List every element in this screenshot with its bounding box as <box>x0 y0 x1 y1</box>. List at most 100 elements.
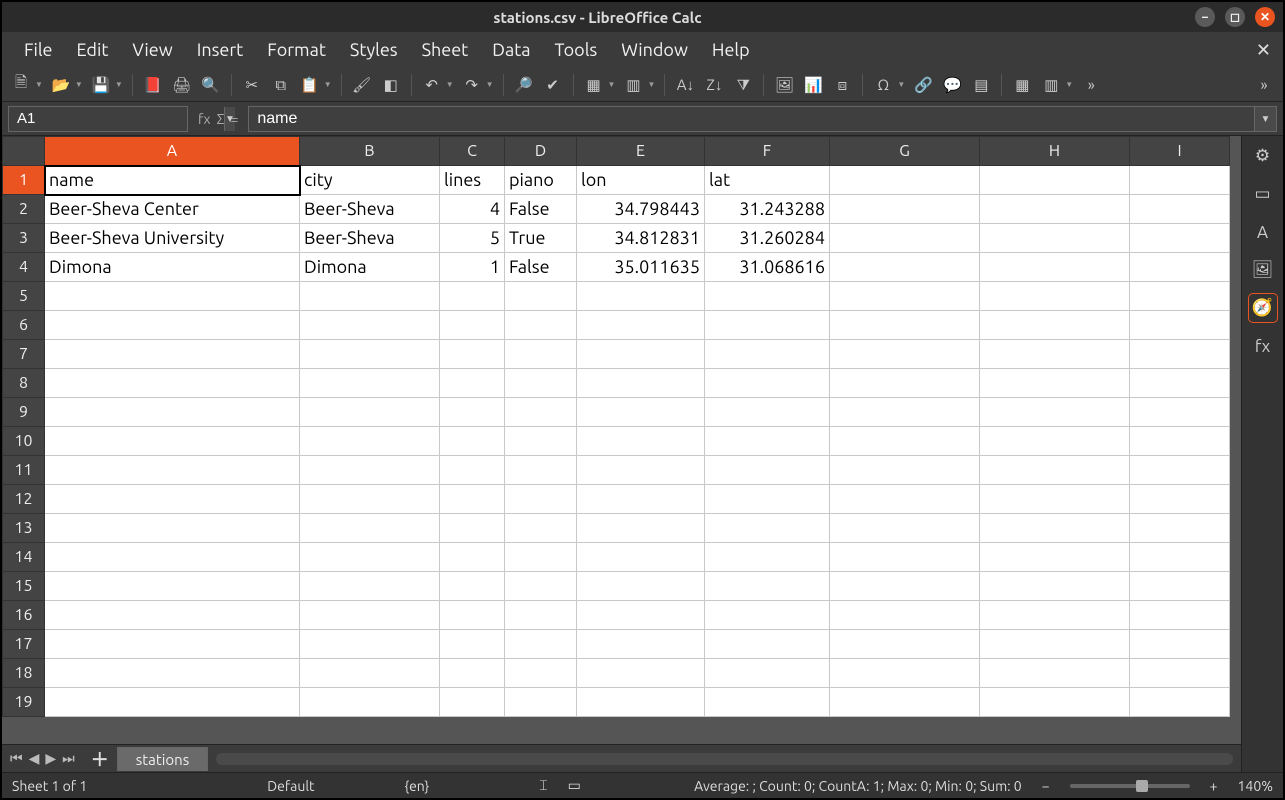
cell-B8[interactable] <box>300 369 440 398</box>
cell-I4[interactable] <box>1130 253 1230 282</box>
cell-I3[interactable] <box>1130 224 1230 253</box>
add-sheet-button[interactable]: ＋ <box>83 746 117 772</box>
cell-G18[interactable] <box>830 659 980 688</box>
cell-E5[interactable] <box>577 282 705 311</box>
cell-F6[interactable] <box>705 311 830 340</box>
cell-D6[interactable] <box>505 311 577 340</box>
column-header-E[interactable]: E <box>577 137 705 166</box>
cell-B5[interactable] <box>300 282 440 311</box>
cell-B10[interactable] <box>300 427 440 456</box>
col-ops-button[interactable]: ▥ <box>620 72 646 98</box>
cell-E12[interactable] <box>577 485 705 514</box>
column-header-A[interactable]: A <box>45 137 300 166</box>
cell-G12[interactable] <box>830 485 980 514</box>
cell-F9[interactable] <box>705 398 830 427</box>
sort-desc-button[interactable]: Z↓ <box>701 72 727 98</box>
zoom-level[interactable]: 140% <box>1238 778 1273 794</box>
cell-H19[interactable] <box>980 688 1130 717</box>
cell-H9[interactable] <box>980 398 1130 427</box>
cell-C19[interactable] <box>440 688 505 717</box>
cell-I12[interactable] <box>1130 485 1230 514</box>
special-char-dropdown[interactable]: ▼ <box>897 80 905 89</box>
cell-H5[interactable] <box>980 282 1130 311</box>
cell-F4[interactable]: 31.068616 <box>705 253 830 282</box>
cell-F7[interactable] <box>705 340 830 369</box>
cell-B9[interactable] <box>300 398 440 427</box>
row-header-14[interactable]: 14 <box>3 543 45 572</box>
cut-button[interactable]: ✂ <box>239 72 265 98</box>
column-header-B[interactable]: B <box>300 137 440 166</box>
menu-sheet[interactable]: Sheet <box>410 36 481 64</box>
redo-dropdown[interactable]: ▼ <box>486 80 494 89</box>
cell-C1[interactable]: lines <box>440 166 505 195</box>
cell-A2[interactable]: Beer-Sheva Center <box>45 195 300 224</box>
cell-H4[interactable] <box>980 253 1130 282</box>
cell-I6[interactable] <box>1130 311 1230 340</box>
cell-F5[interactable] <box>705 282 830 311</box>
cell-G9[interactable] <box>830 398 980 427</box>
cell-E8[interactable] <box>577 369 705 398</box>
cell-D1[interactable]: piano <box>505 166 577 195</box>
tab-nav-prev[interactable]: ◀ <box>27 750 42 767</box>
cell-I9[interactable] <box>1130 398 1230 427</box>
zoom-out-button[interactable]: − <box>1042 778 1050 794</box>
status-language[interactable]: {en} <box>405 778 430 794</box>
status-insert-mode[interactable]: ⌶ <box>539 777 547 794</box>
cell-I8[interactable] <box>1130 369 1230 398</box>
new-button[interactable]: 🗎 <box>8 72 34 98</box>
cell-G4[interactable] <box>830 253 980 282</box>
open-button[interactable]: 📂 <box>48 72 74 98</box>
row-dropdown[interactable]: ▼ <box>608 80 616 89</box>
special-char-button[interactable]: Ω <box>870 72 896 98</box>
cell-A19[interactable] <box>45 688 300 717</box>
cell-B3[interactable]: Beer-Sheva <box>300 224 440 253</box>
toolbar-overflow-button[interactable]: » <box>1078 72 1104 98</box>
cell-E13[interactable] <box>577 514 705 543</box>
cell-I2[interactable] <box>1130 195 1230 224</box>
cell-F2[interactable]: 31.243288 <box>705 195 830 224</box>
row-header-16[interactable]: 16 <box>3 601 45 630</box>
sidebar-properties-icon[interactable]: ▭ <box>1249 180 1277 208</box>
cell-F13[interactable] <box>705 514 830 543</box>
menu-tools[interactable]: Tools <box>543 36 610 64</box>
function-wizard-button[interactable]: fx <box>198 111 211 127</box>
menu-insert[interactable]: Insert <box>185 36 256 64</box>
menu-file[interactable]: File <box>12 36 65 64</box>
row-header-19[interactable]: 19 <box>3 688 45 717</box>
cell-D19[interactable] <box>505 688 577 717</box>
row-header-11[interactable]: 11 <box>3 456 45 485</box>
column-header-G[interactable]: G <box>830 137 980 166</box>
redo-button[interactable]: ↷ <box>459 72 485 98</box>
split-dropdown[interactable]: ▼ <box>1065 80 1073 89</box>
cell-H3[interactable] <box>980 224 1130 253</box>
row-header-5[interactable]: 5 <box>3 282 45 311</box>
sum-button[interactable]: Σ <box>217 111 225 127</box>
cell-F18[interactable] <box>705 659 830 688</box>
close-document-button[interactable]: ✕ <box>1256 40 1271 61</box>
cell-H13[interactable] <box>980 514 1130 543</box>
window-maximize-button[interactable]: ◻ <box>1225 7 1245 27</box>
cell-A7[interactable] <box>45 340 300 369</box>
sidebar-settings-icon[interactable]: ⚙ <box>1249 142 1277 170</box>
cell-A11[interactable] <box>45 456 300 485</box>
cell-H8[interactable] <box>980 369 1130 398</box>
freeze-button[interactable]: ▦ <box>1009 72 1035 98</box>
row-header-13[interactable]: 13 <box>3 514 45 543</box>
cell-G10[interactable] <box>830 427 980 456</box>
cell-D10[interactable] <box>505 427 577 456</box>
column-header-I[interactable]: I <box>1130 137 1230 166</box>
menu-format[interactable]: Format <box>255 36 338 64</box>
cell-C10[interactable] <box>440 427 505 456</box>
tab-nav-first[interactable]: ⏮ <box>8 750 25 767</box>
cell-C6[interactable] <box>440 311 505 340</box>
cell-D14[interactable] <box>505 543 577 572</box>
formula-expand-button[interactable]: ▼ <box>1254 107 1276 131</box>
formula-input-wrap[interactable]: ▼ <box>248 106 1277 132</box>
cell-G19[interactable] <box>830 688 980 717</box>
cell-H12[interactable] <box>980 485 1130 514</box>
cell-A17[interactable] <box>45 630 300 659</box>
cell-E6[interactable] <box>577 311 705 340</box>
sheet-tab-stations[interactable]: stations <box>117 747 208 771</box>
split-button[interactable]: ▥ <box>1038 72 1064 98</box>
cell-E17[interactable] <box>577 630 705 659</box>
